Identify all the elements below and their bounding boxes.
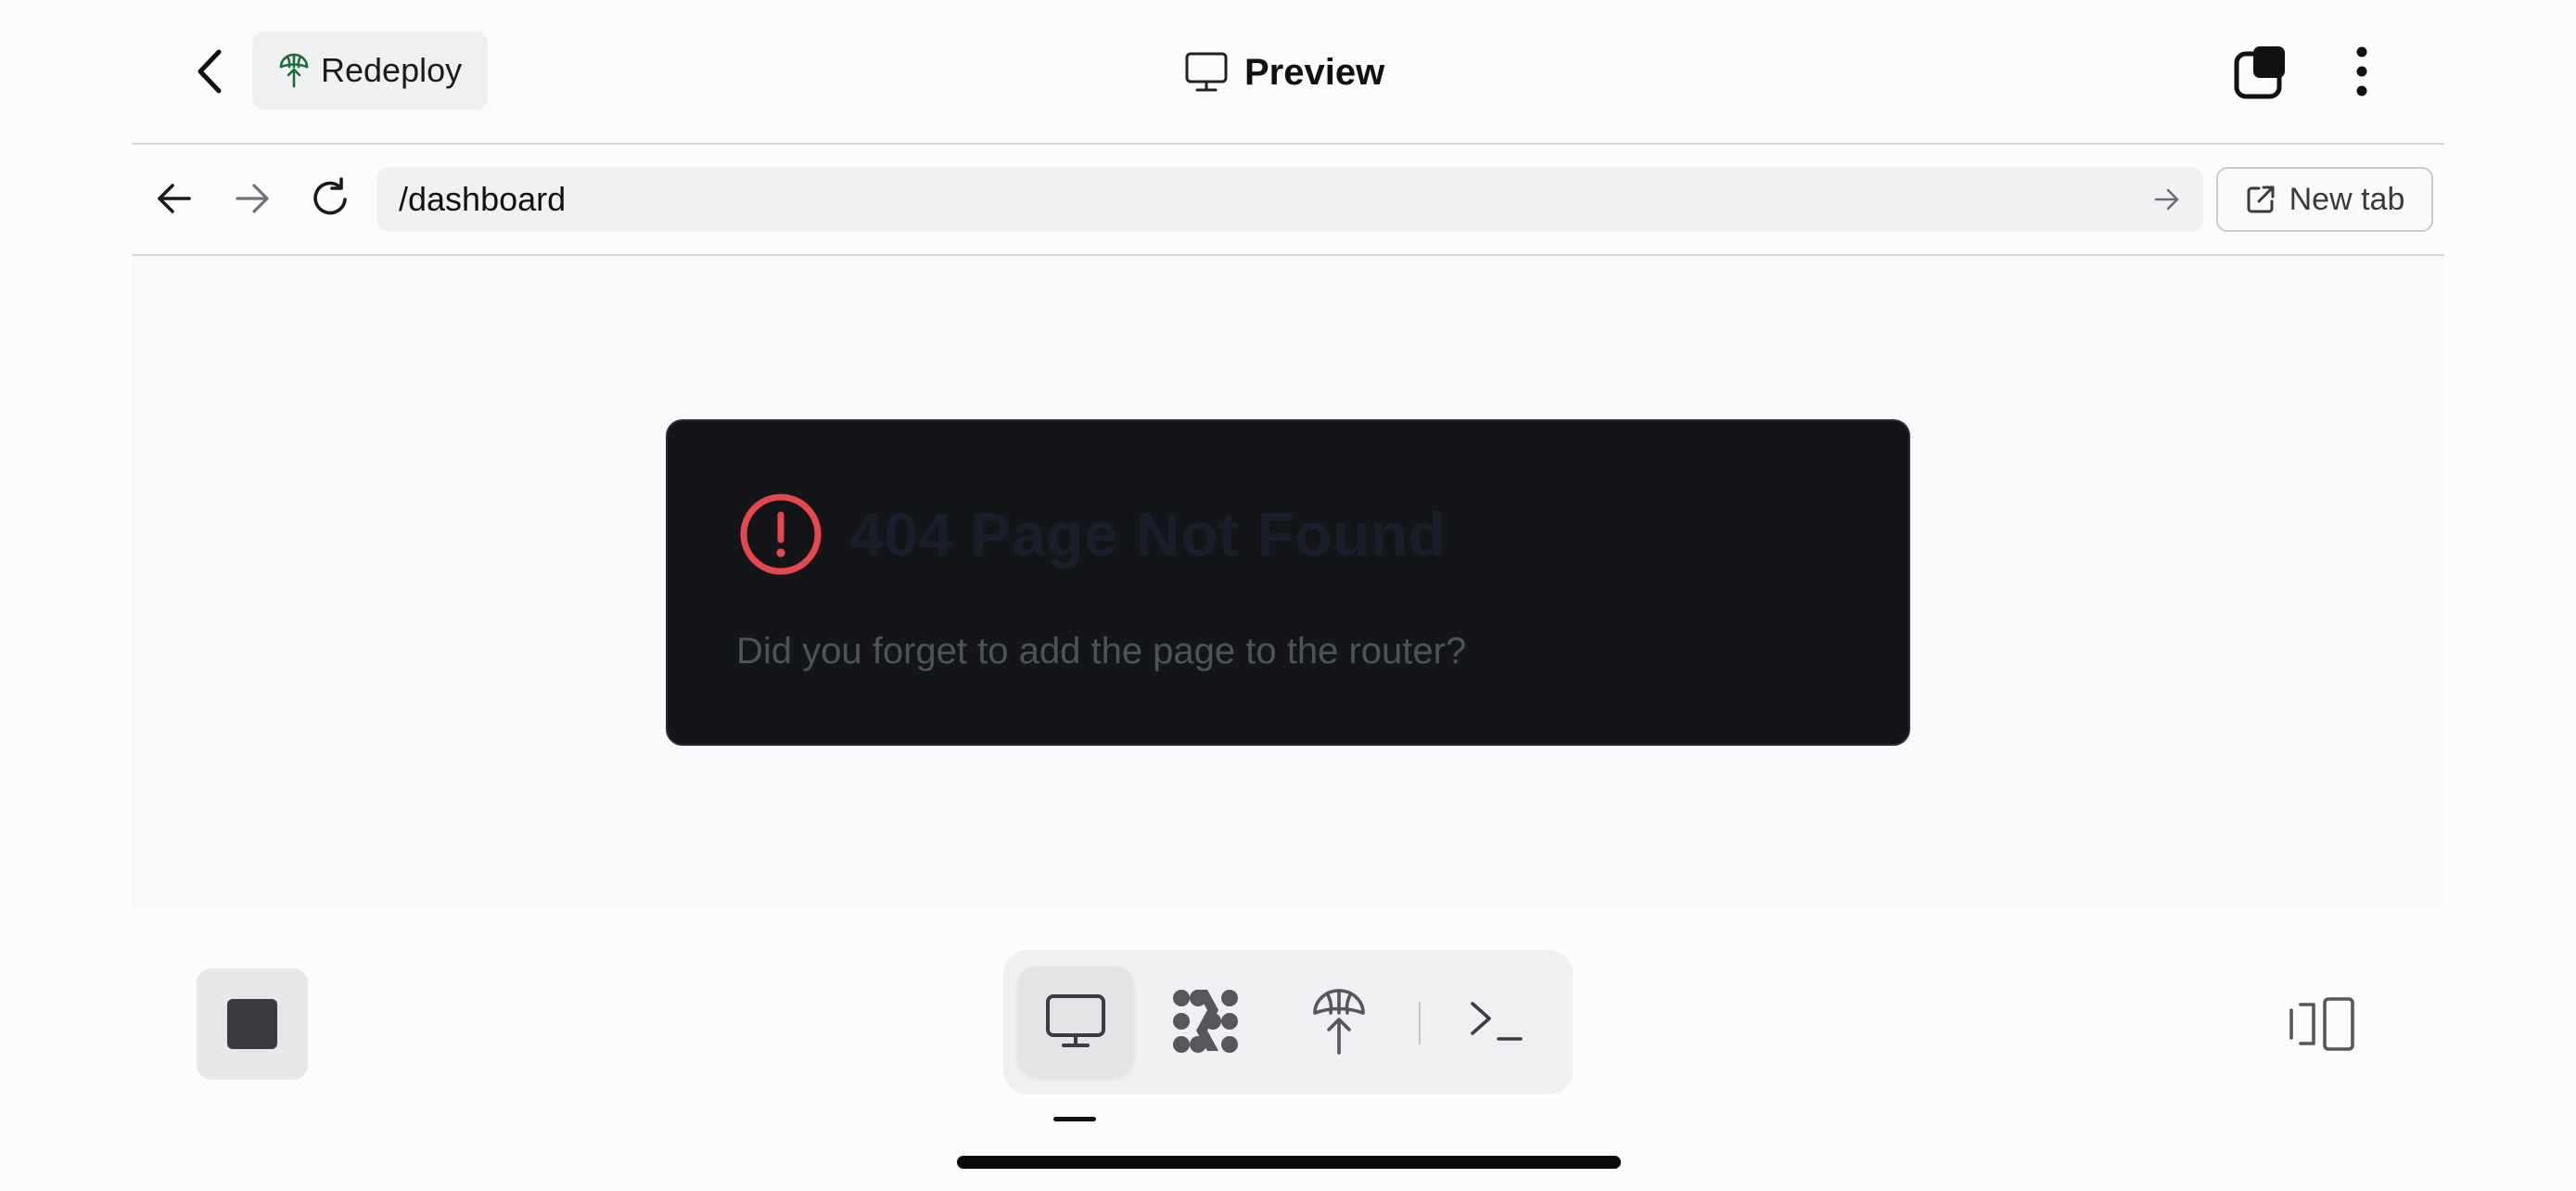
stop-icon	[227, 999, 277, 1049]
nav-forward-button[interactable]	[226, 171, 278, 226]
deploy-icon	[1313, 989, 1365, 1055]
reload-button[interactable]	[304, 171, 356, 226]
header-divider	[132, 143, 2444, 145]
new-tab-button[interactable]: New tab	[2216, 167, 2433, 232]
page-title-text: Preview	[1244, 51, 1385, 93]
arrow-left-icon	[158, 184, 191, 213]
chevron-left-icon	[198, 49, 222, 94]
monitor-icon	[1185, 52, 1228, 92]
new-tab-label: New tab	[2289, 181, 2405, 217]
url-bar[interactable]: /dashboard	[376, 167, 2203, 232]
redeploy-label: Redeploy	[321, 51, 463, 89]
reload-icon	[313, 177, 347, 215]
page-title: Preview	[1185, 43, 1384, 102]
back-button[interactable]	[182, 41, 237, 102]
shell-tab[interactable]	[1439, 967, 1554, 1076]
desktop-icon	[1046, 994, 1105, 1047]
desktop-tab[interactable]	[1018, 967, 1133, 1076]
workflows-tab[interactable]	[1148, 967, 1263, 1076]
stop-button[interactable]	[197, 968, 308, 1080]
panel-toggle-button[interactable]	[2285, 991, 2359, 1057]
alert-circle-icon	[740, 493, 822, 575]
active-tab-indicator	[1053, 1117, 1096, 1121]
redeploy-icon	[279, 53, 309, 88]
redeploy-button[interactable]: Redeploy	[252, 32, 488, 109]
tool-dock	[1003, 950, 1573, 1095]
error-title: 404 Page Not Found	[849, 500, 1447, 569]
panel-toggle-icon	[2289, 997, 2354, 1051]
dock-divider	[1419, 1002, 1421, 1044]
url-text[interactable]: /dashboard	[399, 180, 2153, 219]
more-options-button[interactable]	[2340, 41, 2383, 102]
home-indicator	[957, 1156, 1621, 1169]
external-link-icon	[2247, 186, 2275, 213]
deploy-tab[interactable]	[1282, 967, 1396, 1076]
terminal-icon	[1471, 1002, 1523, 1041]
nav-back-button[interactable]	[148, 171, 200, 226]
more-vertical-icon	[2356, 46, 2367, 96]
error-card: 404 Page Not Found Did you forget to add…	[666, 419, 1910, 746]
go-arrow-icon[interactable]	[2153, 187, 2181, 211]
workflows-icon	[1173, 990, 1238, 1053]
error-message: Did you forget to add the page to the ro…	[736, 631, 1467, 672]
tabs-icon	[2234, 46, 2285, 99]
arrow-right-icon	[236, 184, 269, 213]
tabs-button[interactable]	[2231, 41, 2292, 102]
